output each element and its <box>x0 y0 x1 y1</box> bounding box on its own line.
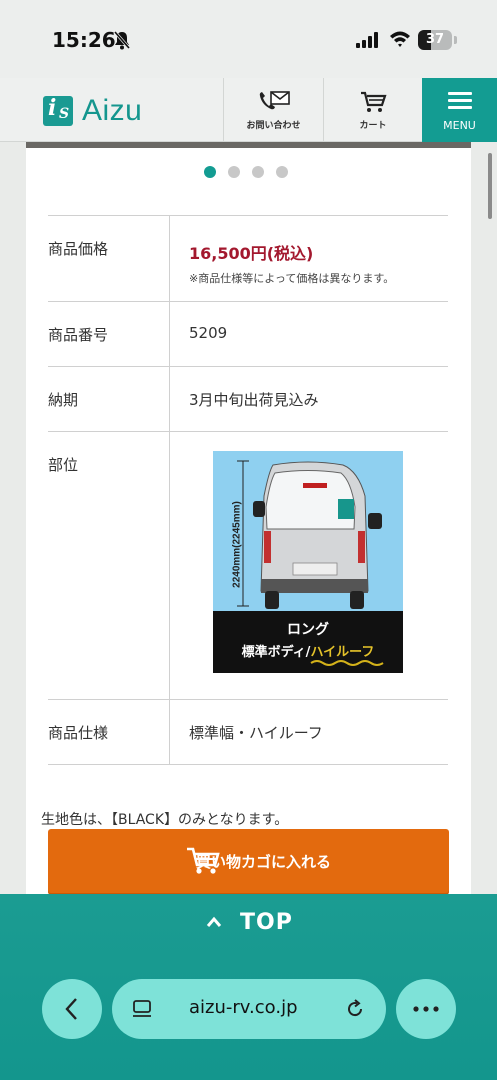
body-type-line1: ロング <box>287 622 329 638</box>
site-header: iS Aizu お問い合わせ カート MENU <box>0 78 497 142</box>
spec-row-spec: 商品仕様 標準幅・ハイルーフ <box>48 699 448 764</box>
carousel-dot[interactable] <box>228 166 240 178</box>
body-type-standard: 標準ボディ/ <box>241 645 311 660</box>
spec-row-price: 商品価格 16,500円(税込) ※商品仕様等によって価格は異なります。 <box>48 215 448 301</box>
menu-label: MENU <box>443 119 476 132</box>
body-type-highroof: ハイルーフ <box>310 645 375 660</box>
status-bar: 15:26 37 <box>0 0 497 78</box>
delivery-label: 納期 <box>48 391 79 409</box>
price-note: ※商品仕様等によって価格は異なります。 <box>189 272 395 285</box>
back-to-top-link[interactable]: TOP <box>0 894 497 956</box>
chevron-up-icon <box>206 916 222 927</box>
number-label: 商品番号 <box>48 326 109 344</box>
part-label: 部位 <box>48 456 79 474</box>
reload-icon[interactable] <box>344 998 366 1020</box>
battery-level: 37 <box>425 32 445 47</box>
cart-link[interactable]: カート <box>323 78 422 142</box>
spec-label: 商品仕様 <box>48 724 109 742</box>
cart-icon <box>361 91 387 112</box>
battery-icon: 37 <box>418 30 452 50</box>
contact-label: お問い合わせ <box>246 120 301 131</box>
height-text: 2240mm(2245mm) <box>231 501 243 588</box>
carousel-dot[interactable] <box>252 166 264 178</box>
battery-tip <box>454 36 457 44</box>
status-time: 15:26 <box>52 28 116 52</box>
hamburger-icon <box>447 88 472 113</box>
address-bar[interactable]: aizu-rv.co.jp <box>112 979 386 1039</box>
bell-muted-icon <box>113 31 131 50</box>
logo-mark-icon: iS <box>43 95 73 126</box>
spec-row-number: 商品番号 5209 <box>48 301 448 366</box>
carousel-dot[interactable] <box>204 166 216 178</box>
cart-icon <box>187 847 220 874</box>
bottom-bar: TOP aizu-rv.co.jp <box>0 894 497 1080</box>
carousel-dots <box>204 166 288 178</box>
slider-image-bottom <box>26 142 471 148</box>
logo[interactable]: iS Aizu <box>43 94 142 128</box>
table-bottom-border <box>48 764 448 765</box>
number-value: 5209 <box>189 324 228 342</box>
logo-text: Aizu <box>82 94 143 127</box>
part-image: 2240mm(2245mm) ロング 標準ボディ/ハイルーフ <box>213 451 403 673</box>
phone-mail-icon <box>259 90 290 109</box>
contact-button[interactable]: お問い合わせ <box>223 78 323 142</box>
scrollbar[interactable] <box>488 153 492 219</box>
reader-icon <box>133 1000 151 1017</box>
url-text: aizu-rv.co.jp <box>189 997 298 1018</box>
delivery-value: 3月中旬出荷見込み <box>189 391 319 409</box>
spec-value: 標準幅・ハイルーフ <box>189 724 323 742</box>
body-type-line2: 標準ボディ/ハイルーフ <box>213 641 403 660</box>
fabric-note: 生地色は、【BLACK】のみとなります。 <box>41 812 289 828</box>
chevron-left-icon <box>65 998 77 1020</box>
price-value: 16,500円(税込) <box>189 244 314 263</box>
add-to-cart-button[interactable]: 買い物カゴに入れる <box>48 829 449 893</box>
cart-label: カート <box>359 120 387 131</box>
more-dots-icon <box>413 1006 439 1012</box>
price-label: 商品価格 <box>48 240 109 258</box>
product-content: 商品価格 16,500円(税込) ※商品仕様等によって価格は異なります。 商品番… <box>26 142 471 894</box>
carousel-dot[interactable] <box>276 166 288 178</box>
signal-icon <box>356 32 378 48</box>
wifi-icon <box>390 31 410 47</box>
browser-back-button[interactable] <box>42 979 102 1039</box>
top-label: TOP <box>240 910 293 935</box>
menu-button[interactable]: MENU <box>422 78 497 142</box>
more-options-button[interactable] <box>396 979 456 1039</box>
spec-row-delivery: 納期 3月中旬出荷見込み <box>48 366 448 431</box>
